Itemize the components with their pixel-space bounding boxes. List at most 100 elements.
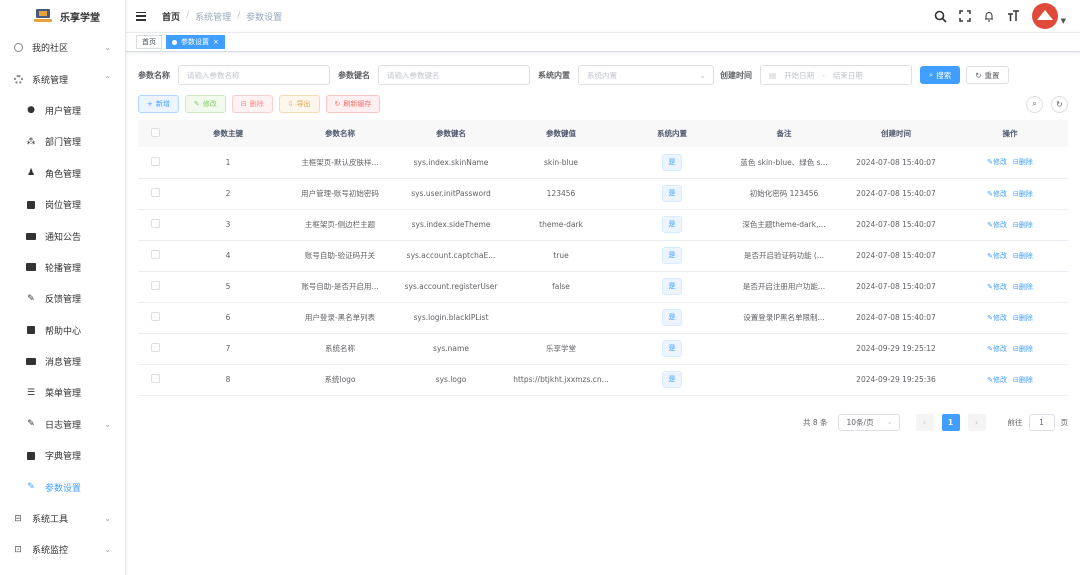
edit-button[interactable]: ✎ 修改 xyxy=(184,95,226,113)
tree-table-icon: ☰ xyxy=(26,387,36,398)
col-header: 参数键名 xyxy=(436,129,466,138)
row-checkbox[interactable] xyxy=(138,333,172,364)
page-size-select[interactable]: 10条/页 ⌄ xyxy=(837,413,900,431)
font-size-icon[interactable] xyxy=(1007,10,1020,22)
page-number[interactable]: 1 xyxy=(941,413,960,431)
delete-link-label: 删除 xyxy=(1018,344,1033,353)
delete-link[interactable]: ⊟删除 xyxy=(1013,220,1033,230)
config-key-input[interactable]: 请输入参数键名 xyxy=(378,65,530,85)
sidebar-item-dict[interactable]: 字典管理 xyxy=(0,440,125,471)
sidebar-item-users[interactable]: ● 用户管理 xyxy=(0,95,125,126)
hamburger-icon[interactable] xyxy=(136,11,146,21)
toggle-search-icon[interactable]: ⌕ xyxy=(1026,95,1043,113)
search-icon[interactable] xyxy=(934,10,947,23)
export-button[interactable]: ⇩ 导出 xyxy=(278,95,320,113)
delete-link[interactable]: ⊟删除 xyxy=(1013,344,1033,354)
caret-down-icon[interactable]: ▼ xyxy=(1061,17,1066,25)
delete-link-label: 删除 xyxy=(1018,251,1033,260)
refresh-icon: ↻ xyxy=(975,70,982,80)
sidebar-item-notices[interactable]: 通知公告 xyxy=(0,220,125,251)
edit-link[interactable]: ✎修改 xyxy=(987,282,1007,292)
add-button[interactable]: + 新增 xyxy=(138,95,179,113)
row-checkbox[interactable] xyxy=(138,364,172,395)
cell-remark: 是否开启验证码功能 (... xyxy=(744,251,824,260)
delete-link[interactable]: ⊟删除 xyxy=(1013,189,1033,199)
sidebar-item-label: 轮播管理 xyxy=(45,263,82,274)
row-checkbox[interactable] xyxy=(138,240,172,271)
next-page-button[interactable]: › xyxy=(967,413,986,431)
sidebar-item-menus[interactable]: ☰ 菜单管理 xyxy=(0,377,125,408)
breadcrumb-separator: / xyxy=(237,11,241,21)
delete-button[interactable]: ⊟ 删除 xyxy=(231,95,273,113)
delete-link[interactable]: ⊟删除 xyxy=(1013,157,1033,167)
row-checkbox[interactable] xyxy=(138,209,172,240)
builtin-tag: 是 xyxy=(662,309,682,326)
sidebar-item-logs[interactable]: ✎ 日志管理 ⌄ xyxy=(0,409,125,440)
row-checkbox[interactable] xyxy=(138,178,172,209)
edit-link[interactable]: ✎修改 xyxy=(987,157,1007,167)
sidebar-item-system[interactable]: 系统管理 ⌃ xyxy=(0,63,125,94)
sidebar-item-community[interactable]: 我的社区 ⌄ xyxy=(0,32,125,63)
help-icon xyxy=(25,324,37,336)
reset-button[interactable]: ↻ 重置 xyxy=(966,66,1009,84)
breadcrumb-home[interactable]: 首页 xyxy=(162,10,180,23)
edit-link[interactable]: ✎修改 xyxy=(987,251,1007,261)
search-button[interactable]: ⌕ 搜索 xyxy=(920,66,961,84)
refresh-cache-button[interactable]: ↻ 刷新缓存 xyxy=(325,95,381,113)
app-title: 乐享学堂 xyxy=(60,12,100,24)
row-checkbox[interactable] xyxy=(138,147,172,178)
edit-link[interactable]: ✎修改 xyxy=(987,189,1007,199)
sidebar-item-help[interactable]: 帮助中心 xyxy=(0,315,125,346)
delete-link[interactable]: ⊟删除 xyxy=(1013,375,1033,385)
goto-input[interactable]: 1 xyxy=(1028,413,1055,431)
edit-link[interactable]: ✎修改 xyxy=(987,220,1007,230)
builtin-tag: 是 xyxy=(662,185,682,202)
sidebar-item-posts[interactable]: 岗位管理 xyxy=(0,189,125,220)
breadcrumb: 首页 / 系统管理 / 参数设置 xyxy=(162,10,282,23)
sidebar-item-label: 参数设置 xyxy=(45,483,82,494)
cell-value: skin-blue xyxy=(543,157,578,167)
delete-link-label: 删除 xyxy=(1018,158,1033,167)
tag-config[interactable]: 参数设置 × xyxy=(166,35,225,49)
sidebar-item-messages[interactable]: 消息管理 xyxy=(0,346,125,377)
tool-icon: ⊟ xyxy=(14,513,22,524)
cell-name: 用户登录-黑名单列表 xyxy=(304,313,376,322)
fullscreen-icon[interactable] xyxy=(958,10,971,22)
config-name-input[interactable]: 请输入参数名称 xyxy=(178,65,330,85)
sidebar-item-roles[interactable]: ♟ 角色管理 xyxy=(0,158,125,189)
row-checkbox[interactable] xyxy=(138,271,172,302)
sidebar-item-config[interactable]: ✎ 参数设置 xyxy=(0,471,125,502)
row-checkbox[interactable] xyxy=(138,302,172,333)
edit-link[interactable]: ✎修改 xyxy=(987,313,1007,323)
date-range-picker[interactable]: ▤ 开始日期 - 结束日期 xyxy=(760,65,912,85)
search-icon: ⌕ xyxy=(929,70,934,79)
cell-value xyxy=(506,302,616,333)
config-type-select[interactable]: 系统内置 ⌄ xyxy=(578,65,714,85)
delete-link[interactable]: ⊟删除 xyxy=(1013,313,1033,323)
sidebar-item-dept[interactable]: ⁂ 部门管理 xyxy=(0,126,125,157)
sidebar-item-label: 通知公告 xyxy=(45,232,82,243)
end-date-input[interactable]: 结束日期 xyxy=(833,70,863,81)
edit-link[interactable]: ✎修改 xyxy=(987,344,1007,354)
sidebar-item-tools[interactable]: ⊟ 系统工具 ⌄ xyxy=(0,503,125,534)
refresh-icon[interactable]: ↻ xyxy=(1051,95,1068,113)
close-icon[interactable]: × xyxy=(213,36,219,48)
tag-home[interactable]: 首页 xyxy=(136,35,162,49)
builtin-tag: 是 xyxy=(662,371,682,388)
select-all-checkbox[interactable] xyxy=(138,120,172,147)
sidebar-item-carousel[interactable]: 轮播管理 xyxy=(0,252,125,283)
bell-icon[interactable] xyxy=(983,10,995,22)
sidebar-item-feedback[interactable]: ✎ 反馈管理 xyxy=(0,283,125,314)
edit-link-label: 修改 xyxy=(993,375,1007,384)
logo[interactable]: 乐享学堂 xyxy=(0,0,125,32)
start-date-input[interactable]: 开始日期 xyxy=(784,70,814,81)
edit-link[interactable]: ✎修改 xyxy=(987,375,1007,385)
sidebar-item-monitor[interactable]: ⊡ 系统监控 ⌄ xyxy=(0,534,125,565)
builtin-tag: 是 xyxy=(662,340,682,357)
breadcrumb-system: 系统管理 xyxy=(195,12,232,23)
avatar[interactable] xyxy=(1031,3,1058,29)
sidebar-item-label: 岗位管理 xyxy=(45,201,82,212)
delete-link[interactable]: ⊟删除 xyxy=(1013,282,1033,292)
delete-link[interactable]: ⊟删除 xyxy=(1013,251,1033,261)
prev-page-button[interactable]: ‹ xyxy=(915,413,934,431)
